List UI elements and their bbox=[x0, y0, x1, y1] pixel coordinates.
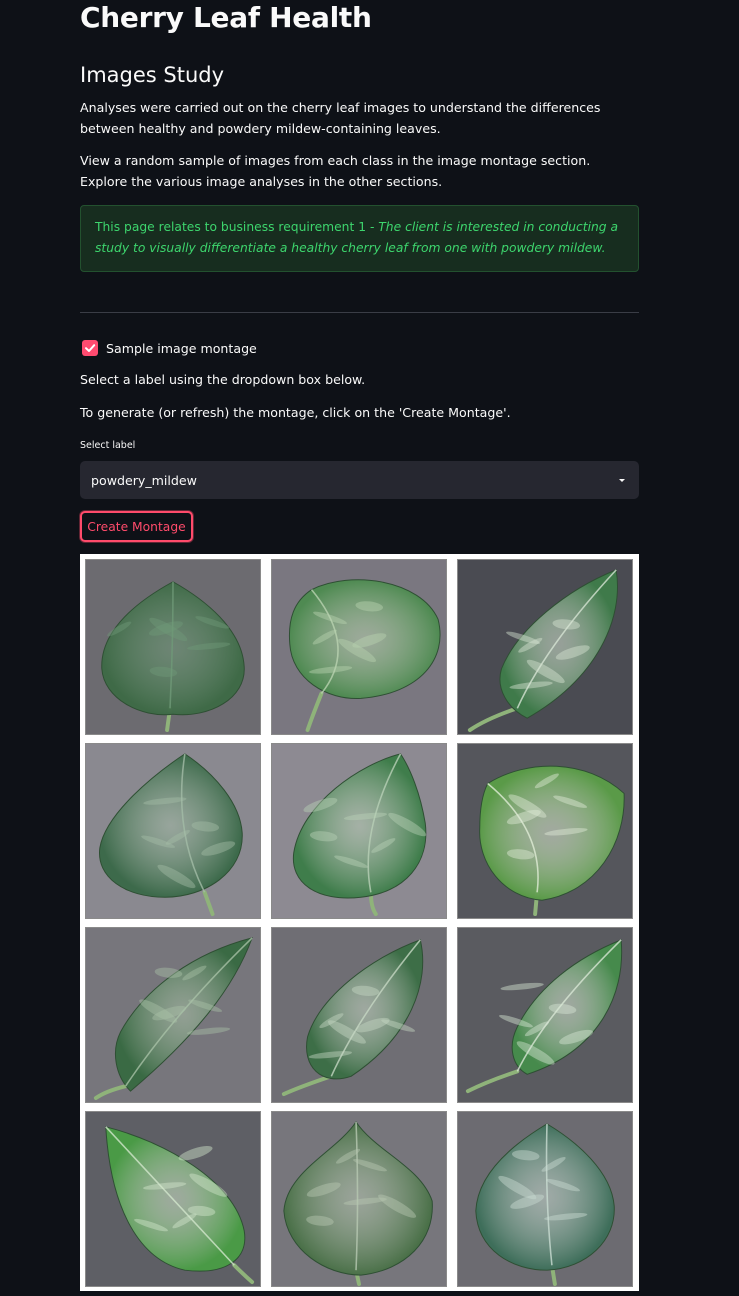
instruction-text-1: Select a label using the dropdown box be… bbox=[80, 372, 366, 387]
leaf-illustration bbox=[272, 1112, 446, 1286]
instruction-text-2: To generate (or refresh) the montage, cl… bbox=[80, 405, 511, 420]
divider bbox=[80, 312, 639, 313]
label-select[interactable]: powdery_mildew bbox=[80, 461, 639, 499]
intro-paragraph-2: View a random sample of images from each… bbox=[80, 153, 591, 189]
leaf-illustration bbox=[86, 928, 260, 1102]
leaf-illustration bbox=[458, 744, 632, 918]
select-label: Select label bbox=[80, 440, 136, 451]
leaf-illustration bbox=[458, 560, 632, 734]
intro-paragraph-1: Analyses were carried out on the cherry … bbox=[80, 100, 601, 136]
page-title: Images Study bbox=[80, 63, 225, 87]
leaf-image-7 bbox=[85, 927, 261, 1103]
chevron-down-icon bbox=[619, 478, 625, 482]
checkmark-icon bbox=[85, 344, 96, 352]
image-montage bbox=[80, 554, 639, 1291]
info-box: This page relates to business requiremen… bbox=[80, 205, 639, 272]
leaf-image-12 bbox=[457, 1111, 633, 1287]
leaf-image-6 bbox=[457, 743, 633, 919]
sample-montage-checkbox-label: Sample image montage bbox=[106, 340, 257, 356]
label-select-value: powdery_mildew bbox=[91, 472, 197, 488]
leaf-image-1 bbox=[85, 559, 261, 735]
info-box-prefix: This page relates to business requiremen… bbox=[95, 220, 379, 234]
leaf-illustration bbox=[272, 560, 446, 734]
leaf-image-3 bbox=[457, 559, 633, 735]
leaf-image-5 bbox=[271, 743, 447, 919]
leaf-image-11 bbox=[271, 1111, 447, 1287]
leaf-illustration bbox=[86, 744, 260, 918]
leaf-illustration bbox=[458, 1112, 632, 1286]
sample-montage-checkbox-row[interactable]: Sample image montage bbox=[82, 339, 257, 357]
create-montage-button[interactable]: Create Montage bbox=[80, 511, 193, 542]
leaf-image-8 bbox=[271, 927, 447, 1103]
leaf-illustration bbox=[458, 928, 632, 1102]
leaf-image-10 bbox=[85, 1111, 261, 1287]
leaf-illustration bbox=[272, 928, 446, 1102]
sample-montage-checkbox[interactable] bbox=[82, 340, 98, 356]
leaf-image-2 bbox=[271, 559, 447, 735]
leaf-illustration bbox=[272, 744, 446, 918]
leaf-image-9 bbox=[457, 927, 633, 1103]
app-title: Cherry Leaf Health bbox=[80, 1, 372, 34]
leaf-illustration bbox=[86, 560, 260, 734]
leaf-image-4 bbox=[85, 743, 261, 919]
leaf-illustration bbox=[86, 1112, 260, 1286]
